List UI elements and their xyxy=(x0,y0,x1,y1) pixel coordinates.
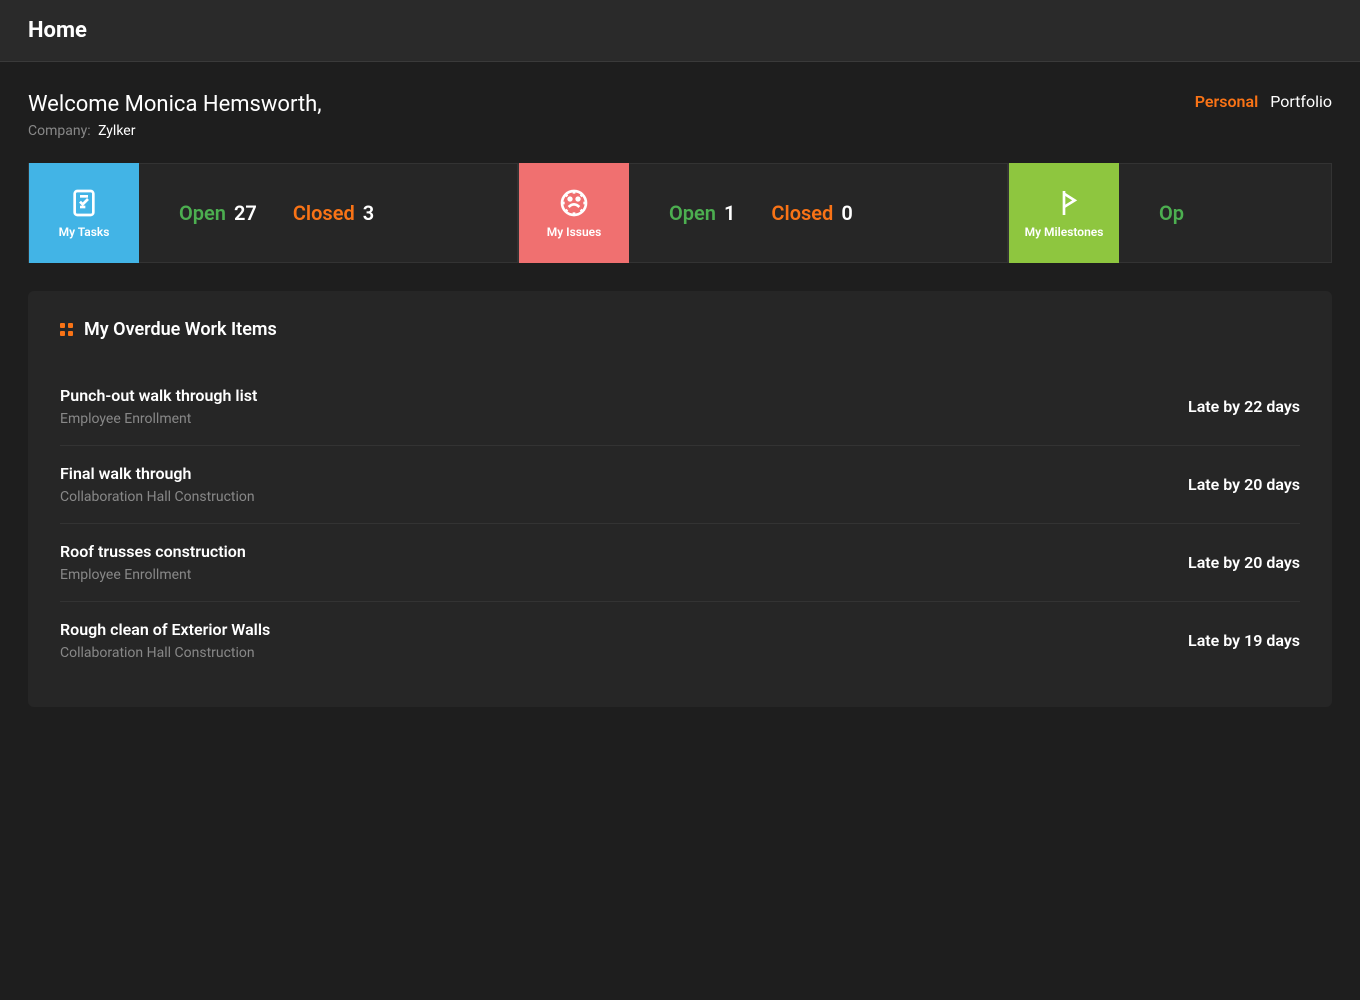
work-item-project: Employee Enrollment xyxy=(60,411,257,427)
view-toggle: Personal Portfolio xyxy=(1195,92,1332,111)
milestones-icon-box: My Milestones xyxy=(1009,163,1119,263)
portfolio-tab[interactable]: Portfolio xyxy=(1270,92,1332,111)
issues-closed-label: Closed xyxy=(771,201,833,225)
work-item-name: Punch-out walk through list xyxy=(60,386,257,405)
work-item-project: Collaboration Hall Construction xyxy=(60,645,270,661)
work-item[interactable]: Roof trusses construction Employee Enrol… xyxy=(60,524,1300,602)
work-item-left: Final walk through Collaboration Hall Co… xyxy=(60,464,255,505)
work-item-name: Roof trusses construction xyxy=(60,542,246,561)
tasks-icon-box: My Tasks xyxy=(29,163,139,263)
cards-row: My Tasks Open 27 Closed 3 xyxy=(28,163,1332,263)
work-item-project: Employee Enrollment xyxy=(60,567,246,583)
main-content: Welcome Monica Hemsworth, Company: Zylke… xyxy=(0,62,1360,737)
work-item[interactable]: Rough clean of Exterior Walls Collaborat… xyxy=(60,602,1300,679)
overdue-header: My Overdue Work Items xyxy=(60,319,1300,340)
tasks-closed-stat: Closed 3 xyxy=(293,201,374,225)
tasks-open-stat: Open 27 xyxy=(179,201,257,225)
milestones-label: My Milestones xyxy=(1025,225,1104,239)
milestones-stats: Op xyxy=(1119,201,1331,225)
tasks-icon xyxy=(68,187,100,219)
tasks-open-label: Open xyxy=(179,201,226,225)
personal-tab[interactable]: Personal xyxy=(1195,92,1259,111)
overdue-title: My Overdue Work Items xyxy=(84,319,277,340)
milestones-open-stat: Op xyxy=(1159,201,1184,225)
company-name: Zylker xyxy=(98,123,135,139)
work-item-late: Late by 19 days xyxy=(1188,631,1300,650)
work-item-late: Late by 20 days xyxy=(1188,553,1300,572)
page-header: Home xyxy=(0,0,1360,62)
welcome-block: Welcome Monica Hemsworth, Company: Zylke… xyxy=(28,92,322,139)
welcome-text: Welcome Monica Hemsworth, xyxy=(28,92,322,117)
tasks-closed-label: Closed xyxy=(293,201,355,225)
issues-icon xyxy=(558,187,590,219)
overdue-section: My Overdue Work Items Punch-out walk thr… xyxy=(28,291,1332,707)
dots-icon xyxy=(60,323,74,337)
tasks-stats: Open 27 Closed 3 xyxy=(139,201,517,225)
page-title: Home xyxy=(28,18,87,43)
issues-open-stat: Open 1 xyxy=(669,201,735,225)
work-item[interactable]: Final walk through Collaboration Hall Co… xyxy=(60,446,1300,524)
work-item-name: Rough clean of Exterior Walls xyxy=(60,620,270,639)
work-items-list: Punch-out walk through list Employee Enr… xyxy=(60,368,1300,679)
milestones-card[interactable]: My Milestones Op xyxy=(1008,163,1332,263)
work-item[interactable]: Punch-out walk through list Employee Enr… xyxy=(60,368,1300,446)
milestones-open-label: Op xyxy=(1159,201,1184,225)
tasks-closed-count: 3 xyxy=(363,201,374,225)
work-item-left: Rough clean of Exterior Walls Collaborat… xyxy=(60,620,270,661)
work-item-late: Late by 20 days xyxy=(1188,475,1300,494)
issues-card[interactable]: My Issues Open 1 Closed 0 xyxy=(518,163,1008,263)
issues-open-label: Open xyxy=(669,201,716,225)
work-item-name: Final walk through xyxy=(60,464,255,483)
tasks-open-count: 27 xyxy=(234,201,257,225)
issues-closed-stat: Closed 0 xyxy=(771,201,852,225)
milestones-icon xyxy=(1048,187,1080,219)
company-label: Company: xyxy=(28,123,91,139)
issues-label: My Issues xyxy=(547,225,602,239)
issues-stats: Open 1 Closed 0 xyxy=(629,201,1007,225)
work-item-left: Punch-out walk through list Employee Enr… xyxy=(60,386,257,427)
issues-icon-box: My Issues xyxy=(519,163,629,263)
work-item-late: Late by 22 days xyxy=(1188,397,1300,416)
issues-open-count: 1 xyxy=(724,201,735,225)
tasks-label: My Tasks xyxy=(59,225,110,239)
issues-closed-count: 0 xyxy=(841,201,852,225)
tasks-card[interactable]: My Tasks Open 27 Closed 3 xyxy=(28,163,518,263)
welcome-row: Welcome Monica Hemsworth, Company: Zylke… xyxy=(28,92,1332,139)
work-item-left: Roof trusses construction Employee Enrol… xyxy=(60,542,246,583)
work-item-project: Collaboration Hall Construction xyxy=(60,489,255,505)
company-row: Company: Zylker xyxy=(28,123,322,139)
